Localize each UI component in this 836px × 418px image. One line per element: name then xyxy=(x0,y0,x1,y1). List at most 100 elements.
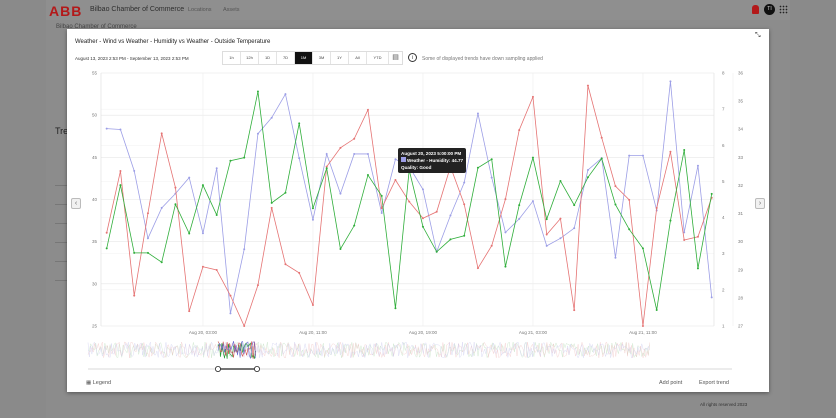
data-point xyxy=(201,184,204,187)
navigator-sparkline xyxy=(87,341,650,359)
y2-tick-label: 6 xyxy=(722,143,725,148)
data-point xyxy=(435,210,438,213)
y3-tick-label: 31 xyxy=(738,211,744,216)
y3-tick-label: 35 xyxy=(738,99,744,104)
data-point xyxy=(518,204,521,207)
data-point xyxy=(215,167,218,170)
data-point xyxy=(518,217,521,220)
data-point xyxy=(243,325,246,327)
data-point xyxy=(476,267,479,270)
tooltip: August 20, 2023 5:00:00 PM Weather - Hum… xyxy=(398,148,467,173)
data-point xyxy=(586,84,589,87)
y1-tick-label: 50 xyxy=(92,113,98,118)
data-point xyxy=(545,244,548,247)
data-point xyxy=(133,294,136,297)
data-point xyxy=(366,108,369,111)
navigator-handle[interactable] xyxy=(253,365,260,372)
data-point xyxy=(518,129,521,132)
y1-tick-label: 55 xyxy=(92,71,98,76)
data-point xyxy=(545,233,548,236)
data-point xyxy=(119,184,122,187)
data-point xyxy=(380,207,383,210)
navigator xyxy=(87,341,650,359)
data-point xyxy=(476,166,479,169)
y2-tick-label: 8 xyxy=(722,71,725,76)
data-point xyxy=(655,206,658,209)
data-point xyxy=(641,325,644,327)
data-point xyxy=(586,168,589,171)
y3-tick-label: 27 xyxy=(738,324,744,329)
data-point xyxy=(188,176,191,179)
data-point xyxy=(408,200,411,203)
trend-chart[interactable]: 2530354045505512345678272829303132333435… xyxy=(0,0,836,418)
data-point xyxy=(119,169,122,172)
data-point xyxy=(394,178,397,181)
data-point xyxy=(463,181,466,184)
data-point xyxy=(531,156,534,159)
data-point xyxy=(490,244,493,247)
data-point xyxy=(573,227,576,230)
data-point xyxy=(504,231,507,234)
data-point xyxy=(559,179,562,182)
data-point xyxy=(628,198,631,201)
data-point xyxy=(696,235,699,238)
data-point xyxy=(490,176,493,179)
y3-tick-label: 34 xyxy=(738,127,744,132)
data-point xyxy=(628,228,631,231)
data-point xyxy=(339,247,342,250)
y1-tick-label: 30 xyxy=(92,281,98,286)
x-tick-label: Aug 20, 19:00 xyxy=(409,330,438,335)
data-point xyxy=(641,247,644,250)
data-point xyxy=(394,158,397,161)
data-point xyxy=(298,122,301,125)
data-point xyxy=(463,203,466,206)
data-point xyxy=(105,127,108,130)
y3-tick-label: 29 xyxy=(738,267,744,272)
data-point xyxy=(614,203,617,206)
data-point xyxy=(105,247,108,250)
data-point xyxy=(628,154,631,157)
data-point xyxy=(119,128,122,131)
data-point xyxy=(614,185,617,188)
data-point xyxy=(311,218,314,221)
navigator-handle[interactable] xyxy=(214,365,221,372)
y3-tick-label: 28 xyxy=(738,295,744,300)
data-point xyxy=(325,167,328,170)
data-point xyxy=(256,132,259,135)
data-point xyxy=(353,152,356,155)
y3-tick-label: 32 xyxy=(738,183,744,188)
data-point xyxy=(188,310,191,313)
data-point xyxy=(339,192,342,195)
x-tick-label: Aug 21, 03:00 xyxy=(519,330,548,335)
data-point xyxy=(284,263,287,266)
data-point xyxy=(284,93,287,96)
data-point xyxy=(504,265,507,268)
data-point xyxy=(655,308,658,311)
data-point xyxy=(160,132,163,135)
data-point xyxy=(174,203,177,206)
data-point xyxy=(531,200,534,203)
navigator-sparkline xyxy=(87,341,650,359)
y2-tick-label: 4 xyxy=(722,215,725,220)
data-point xyxy=(353,137,356,140)
data-point xyxy=(146,251,149,254)
data-point xyxy=(710,296,713,299)
data-point xyxy=(270,201,273,204)
data-point xyxy=(325,152,328,155)
y2-tick-label: 7 xyxy=(722,107,725,112)
data-point xyxy=(545,218,548,221)
data-point xyxy=(284,191,287,194)
x-tick-label: Aug 20, 03:00 xyxy=(189,330,218,335)
x-tick-label: Aug 20, 11:00 xyxy=(299,330,327,335)
data-point xyxy=(146,212,149,215)
data-point xyxy=(696,164,699,167)
data-point xyxy=(270,206,273,209)
tooltip-time: August 20, 2023 5:00:00 PM xyxy=(401,151,462,156)
data-point xyxy=(298,157,301,160)
data-point xyxy=(586,176,589,179)
data-point xyxy=(683,238,686,241)
tooltip-quality: Quality: Good xyxy=(401,165,432,170)
data-point xyxy=(311,207,314,210)
y1-tick-label: 40 xyxy=(92,197,98,202)
data-point xyxy=(311,304,314,307)
